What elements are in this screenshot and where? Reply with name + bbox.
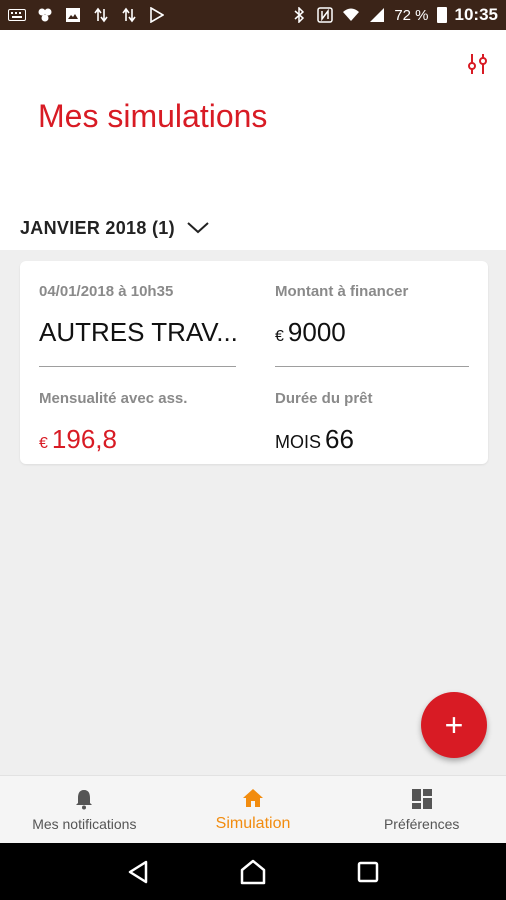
divider [275,366,469,367]
montant-label: Montant à financer [275,283,409,300]
nav-label-preferences: Préférences [383,815,460,832]
simulation-card[interactable]: 04/01/2018 à 10h35 AUTRES TRAV... Montan… [20,261,488,464]
signal-icon [368,6,386,24]
status-bar: 72 % 10:35 [0,0,506,30]
play-store-icon [148,6,166,24]
duree-label: Durée du prêt [275,390,373,407]
month-group-toggle[interactable]: JANVIER 2018 (1) [20,218,209,239]
simulation-name: AUTRES TRAV... [39,317,238,347]
battery-percent: 72 % [394,6,429,24]
home-system-icon[interactable] [239,858,267,886]
header: Mes simulations JANVIER 2018 (1) [0,30,506,250]
apps-icon [36,6,54,24]
filter-sliders-icon[interactable] [466,52,490,76]
duree-value: MOIS 66 [275,424,354,454]
plus-icon: + [444,706,464,743]
chevron-down-icon [187,218,209,239]
simulation-date: 04/01/2018 à 10h35 [39,283,174,300]
add-simulation-button[interactable]: + [421,692,487,758]
nav-item-simulation[interactable]: Simulation [169,776,338,843]
nfc-icon [316,6,334,24]
clock: 10:35 [454,5,498,24]
mensualite-label: Mensualité avec ass. [39,390,188,407]
wifi-icon [342,6,360,24]
nav-item-preferences[interactable]: Préférences [337,776,506,843]
dashboard-icon [411,788,433,810]
month-label: JANVIER 2018 (1) [20,218,175,238]
back-icon[interactable] [124,858,152,886]
divider [39,366,236,367]
montant-value: €9000 [275,317,346,347]
image-icon [64,6,82,24]
sync-icon [120,6,138,24]
nav-label-notifications: Mes notifications [32,815,137,832]
sync-icon [92,6,110,24]
home-icon [242,787,264,809]
page-title: Mes simulations [38,98,268,134]
system-navigation-bar [0,843,506,900]
battery-icon [436,7,447,23]
nav-item-notifications[interactable]: Mes notifications [0,776,169,843]
mensualite-value: €196,8 [39,424,117,454]
status-bar-left-icons [8,6,166,24]
bottom-navigation: Mes notifications Simulation Préférences [0,775,506,843]
nav-label-simulation: Simulation [215,814,291,832]
recents-icon[interactable] [354,858,382,886]
bell-icon [73,788,95,810]
keyboard-icon [8,6,26,24]
status-bar-right-icons: 72 % 10:35 [290,5,498,25]
bluetooth-icon [290,6,308,24]
